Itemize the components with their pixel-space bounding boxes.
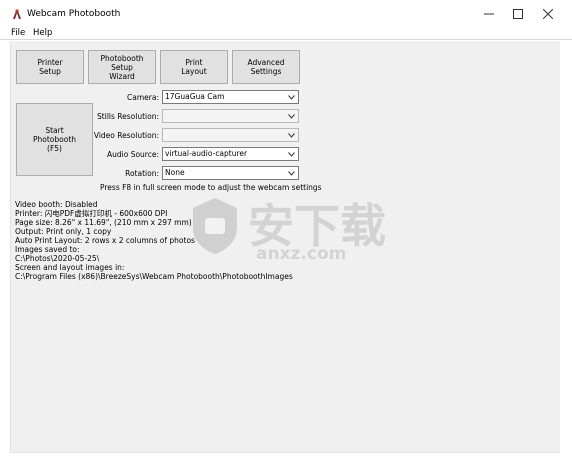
video-resolution-label: Video Resolution:	[93, 131, 159, 140]
audio-source-label: Audio Source:	[107, 150, 159, 159]
stills-resolution-label: Stills Resolution:	[97, 112, 159, 121]
menu-file[interactable]: File	[11, 28, 25, 38]
info-line: Screen and layout images in:	[15, 263, 125, 272]
chevron-down-icon	[288, 133, 295, 138]
rotation-select[interactable]: None	[162, 166, 299, 180]
rotation-value: None	[165, 168, 185, 177]
chevron-down-icon	[288, 171, 295, 176]
camera-select[interactable]: 17GuaGua Cam	[162, 90, 299, 104]
close-button[interactable]	[533, 0, 563, 27]
chevron-down-icon	[288, 152, 295, 157]
chevron-down-icon	[288, 95, 295, 100]
stills-resolution-select[interactable]	[162, 109, 299, 123]
menu-bar: File Help	[0, 27, 572, 40]
audio-source-select[interactable]: virtual-audio-capturer	[162, 147, 299, 161]
info-line: Auto Print Layout: 2 rows x 2 columns of…	[15, 236, 195, 245]
printer-setup-button[interactable]: Printer Setup	[16, 50, 84, 84]
print-layout-button[interactable]: Print Layout	[160, 50, 228, 84]
info-line: Output: Print only, 1 copy	[15, 227, 112, 236]
title-bar: Webcam Photobooth	[0, 0, 572, 27]
video-resolution-select[interactable]	[162, 128, 299, 142]
info-line: Video booth: Disabled	[15, 200, 98, 209]
chevron-down-icon	[288, 114, 295, 119]
audio-source-value: virtual-audio-capturer	[165, 149, 248, 158]
minimize-icon	[484, 13, 494, 14]
maximize-icon	[513, 8, 523, 19]
info-line: Printer: 闪电PDF虚拟打印机 - 600x600 DPI	[15, 209, 168, 218]
app-icon	[13, 9, 21, 19]
maximize-button[interactable]	[503, 0, 533, 27]
photobooth-setup-wizard-button[interactable]: Photobooth Setup Wizard	[88, 50, 156, 84]
info-line: Images saved to:	[15, 245, 80, 254]
watermark-url: anxz.com	[256, 244, 347, 264]
shield-icon	[193, 198, 237, 254]
close-icon	[543, 8, 553, 19]
info-line: Page size: 8.26" x 11.69", (210 mm x 297…	[15, 218, 192, 227]
rotation-label: Rotation:	[125, 169, 159, 178]
camera-value: 17GuaGua Cam	[165, 92, 225, 101]
watermark: 安下载 anxz.com	[190, 186, 400, 276]
info-line: C:\Photos\2020-05-25\	[15, 254, 100, 263]
camera-label: Camera:	[127, 93, 159, 102]
advanced-settings-button[interactable]: Advanced Settings	[232, 50, 300, 84]
minimize-button[interactable]	[474, 0, 504, 27]
menu-help[interactable]: Help	[33, 28, 52, 38]
window-title: Webcam Photobooth	[27, 9, 121, 19]
